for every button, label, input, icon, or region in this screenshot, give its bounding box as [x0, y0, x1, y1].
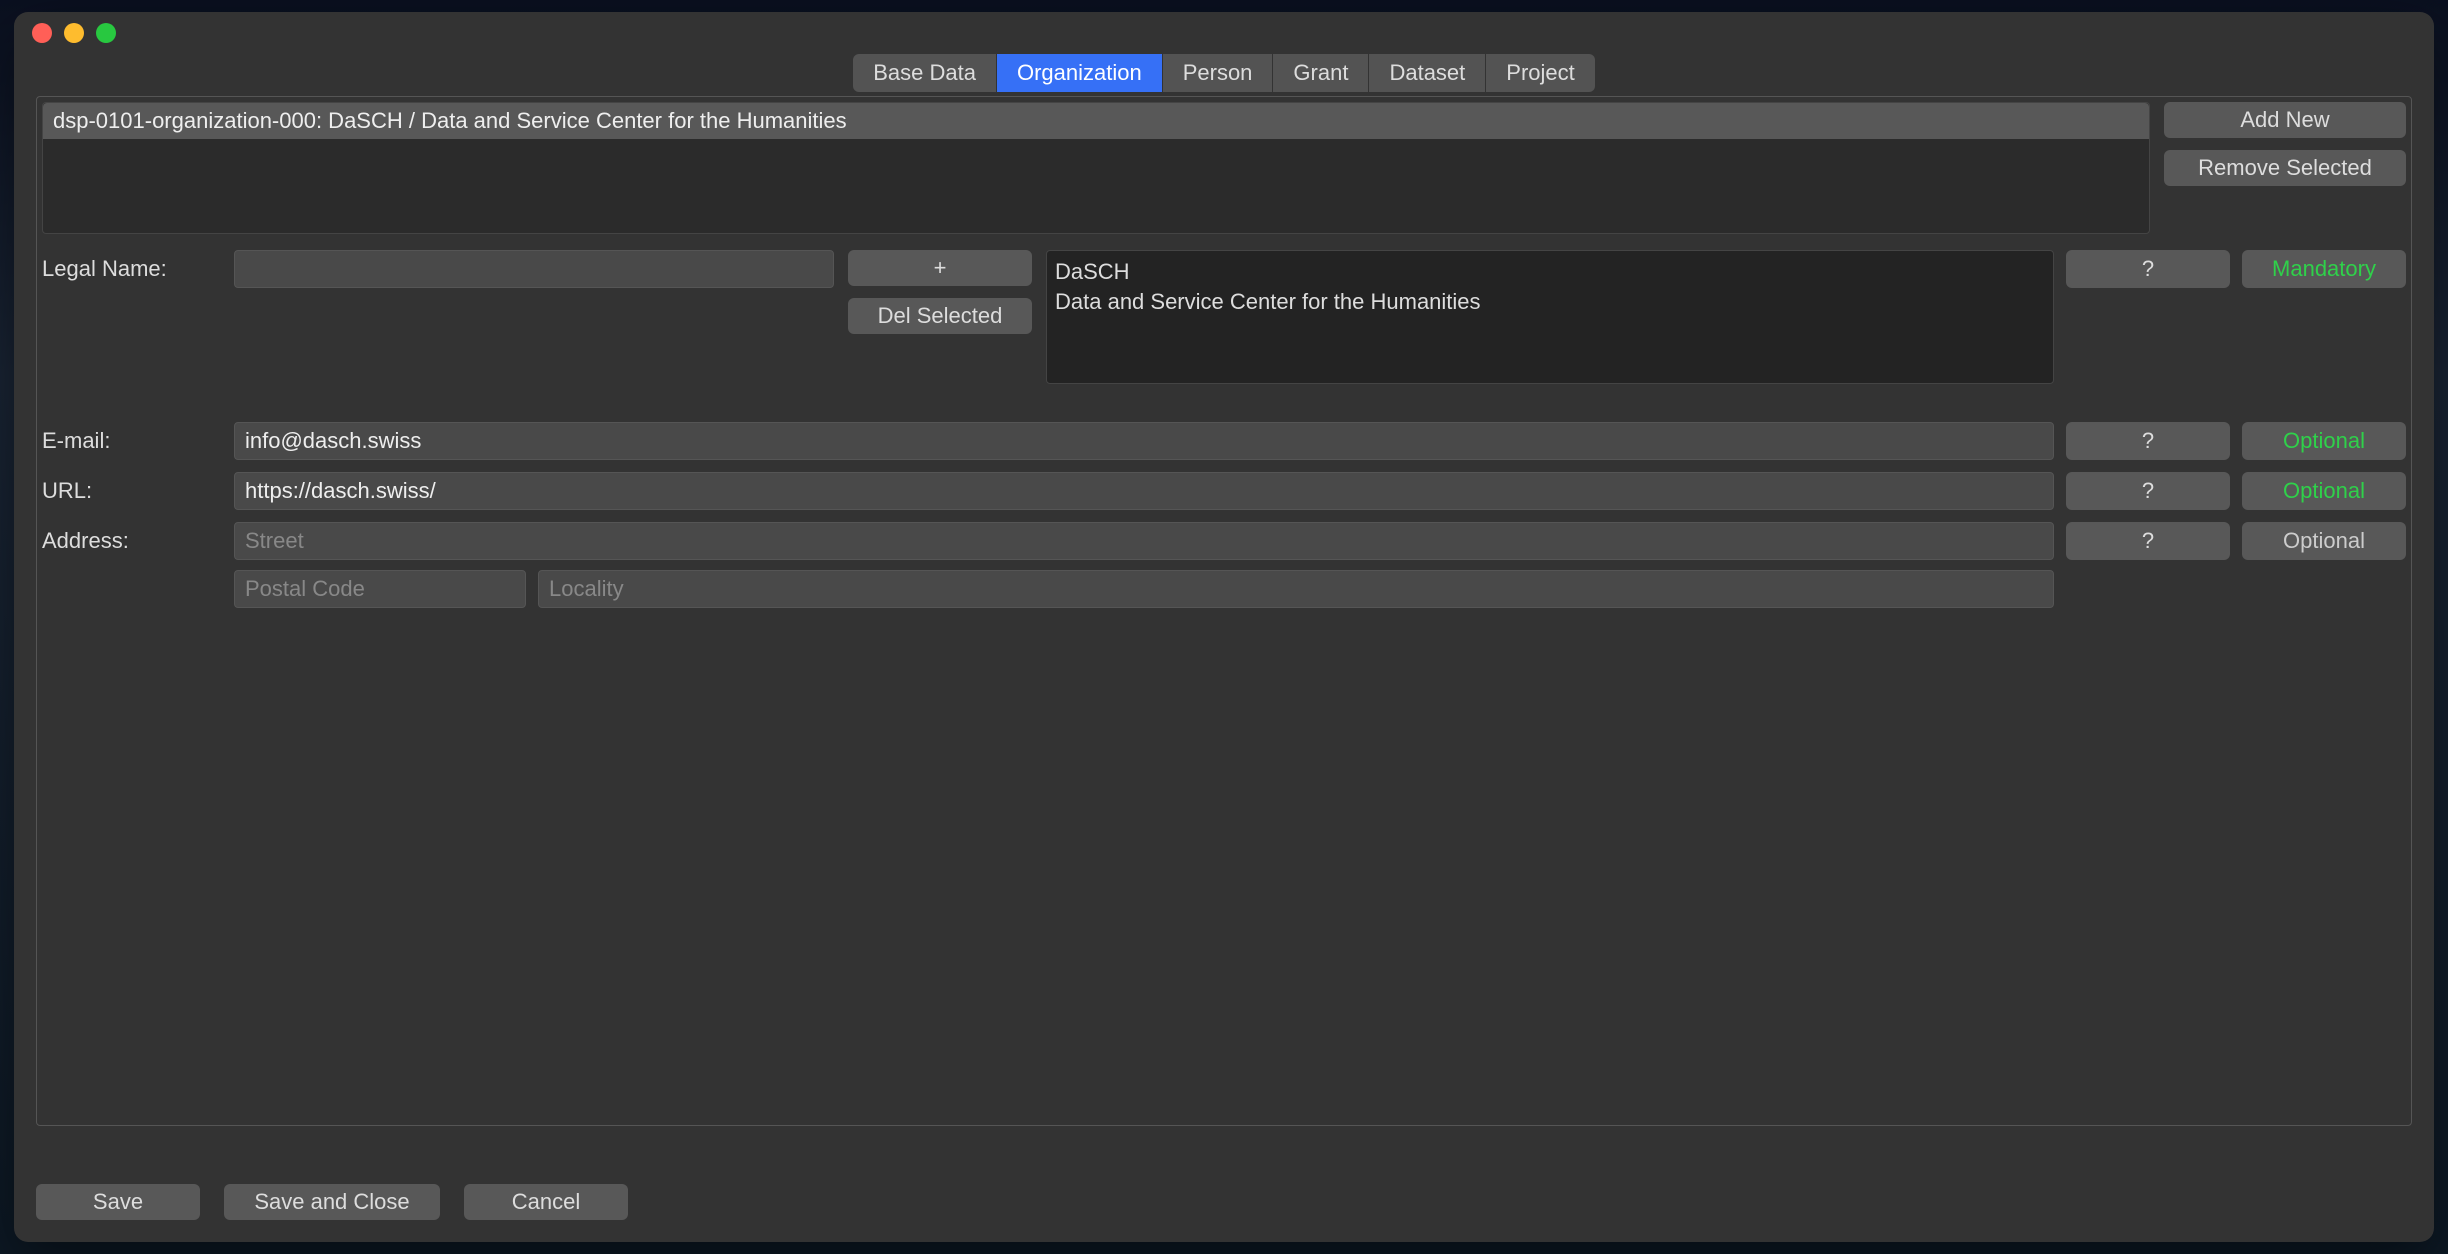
- address-row-2: [234, 570, 2054, 608]
- remove-selected-button[interactable]: Remove Selected: [2164, 150, 2406, 186]
- close-icon[interactable]: [32, 23, 52, 43]
- tabs-inner: Base Data Organization Person Grant Data…: [853, 54, 1595, 92]
- tab-person[interactable]: Person: [1163, 54, 1274, 92]
- list-item[interactable]: dsp-0101-organization-000: DaSCH / Data …: [43, 103, 2149, 139]
- tab-grant[interactable]: Grant: [1273, 54, 1369, 92]
- url-input[interactable]: [234, 472, 2054, 510]
- list-item[interactable]: DaSCH: [1055, 257, 2045, 287]
- legal-name-label: Legal Name:: [42, 250, 222, 282]
- legal-name-help-button[interactable]: ?: [2066, 250, 2230, 288]
- url-field-wrap: [234, 472, 2054, 510]
- minimize-icon[interactable]: [64, 23, 84, 43]
- cancel-button[interactable]: Cancel: [464, 1184, 628, 1220]
- tab-base-data[interactable]: Base Data: [853, 54, 997, 92]
- bottom-buttons: Save Save and Close Cancel: [36, 1184, 2412, 1220]
- url-label: URL:: [42, 472, 222, 504]
- side-buttons: Add New Remove Selected: [2164, 102, 2406, 234]
- legal-name-input[interactable]: [234, 250, 834, 288]
- email-help-button[interactable]: ?: [2066, 422, 2230, 460]
- add-new-button[interactable]: Add New: [2164, 102, 2406, 138]
- save-button[interactable]: Save: [36, 1184, 200, 1220]
- top-row: dsp-0101-organization-000: DaSCH / Data …: [42, 102, 2406, 234]
- app-window: Base Data Organization Person Grant Data…: [14, 12, 2434, 1242]
- legal-name-status-badge: Mandatory: [2242, 250, 2406, 288]
- panel-organization: dsp-0101-organization-000: DaSCH / Data …: [36, 96, 2412, 1126]
- postal-code-input[interactable]: [234, 570, 526, 608]
- locality-input[interactable]: [538, 570, 2054, 608]
- maximize-icon[interactable]: [96, 23, 116, 43]
- titlebar: [14, 12, 2434, 54]
- email-status-badge: Optional: [2242, 422, 2406, 460]
- legal-name-controls: + Del Selected: [848, 250, 1032, 334]
- url-help-button[interactable]: ?: [2066, 472, 2230, 510]
- names-list[interactable]: DaSCH Data and Service Center for the Hu…: [1046, 250, 2054, 384]
- address-fields: [234, 522, 2054, 608]
- add-name-button[interactable]: +: [848, 250, 1032, 286]
- legal-name-left: [234, 250, 834, 288]
- legal-name-fields: + Del Selected DaSCH Data and Service Ce…: [234, 250, 2054, 384]
- save-and-close-button[interactable]: Save and Close: [224, 1184, 440, 1220]
- form-area: Legal Name: + Del Selected DaSCH Data an…: [42, 250, 2406, 608]
- del-selected-name-button[interactable]: Del Selected: [848, 298, 1032, 334]
- list-item[interactable]: Data and Service Center for the Humaniti…: [1055, 287, 2045, 317]
- email-input[interactable]: [234, 422, 2054, 460]
- email-label: E-mail:: [42, 422, 222, 454]
- tab-dataset[interactable]: Dataset: [1369, 54, 1486, 92]
- address-status-badge: Optional: [2242, 522, 2406, 560]
- tab-project[interactable]: Project: [1486, 54, 1594, 92]
- email-field-wrap: [234, 422, 2054, 460]
- content-area: Base Data Organization Person Grant Data…: [14, 54, 2434, 1242]
- address-help-button[interactable]: ?: [2066, 522, 2230, 560]
- organization-list[interactable]: dsp-0101-organization-000: DaSCH / Data …: [42, 102, 2150, 234]
- street-input[interactable]: [234, 522, 2054, 560]
- url-status-badge: Optional: [2242, 472, 2406, 510]
- tabs-container: Base Data Organization Person Grant Data…: [36, 54, 2412, 92]
- tab-organization[interactable]: Organization: [997, 54, 1163, 92]
- address-label: Address:: [42, 522, 222, 554]
